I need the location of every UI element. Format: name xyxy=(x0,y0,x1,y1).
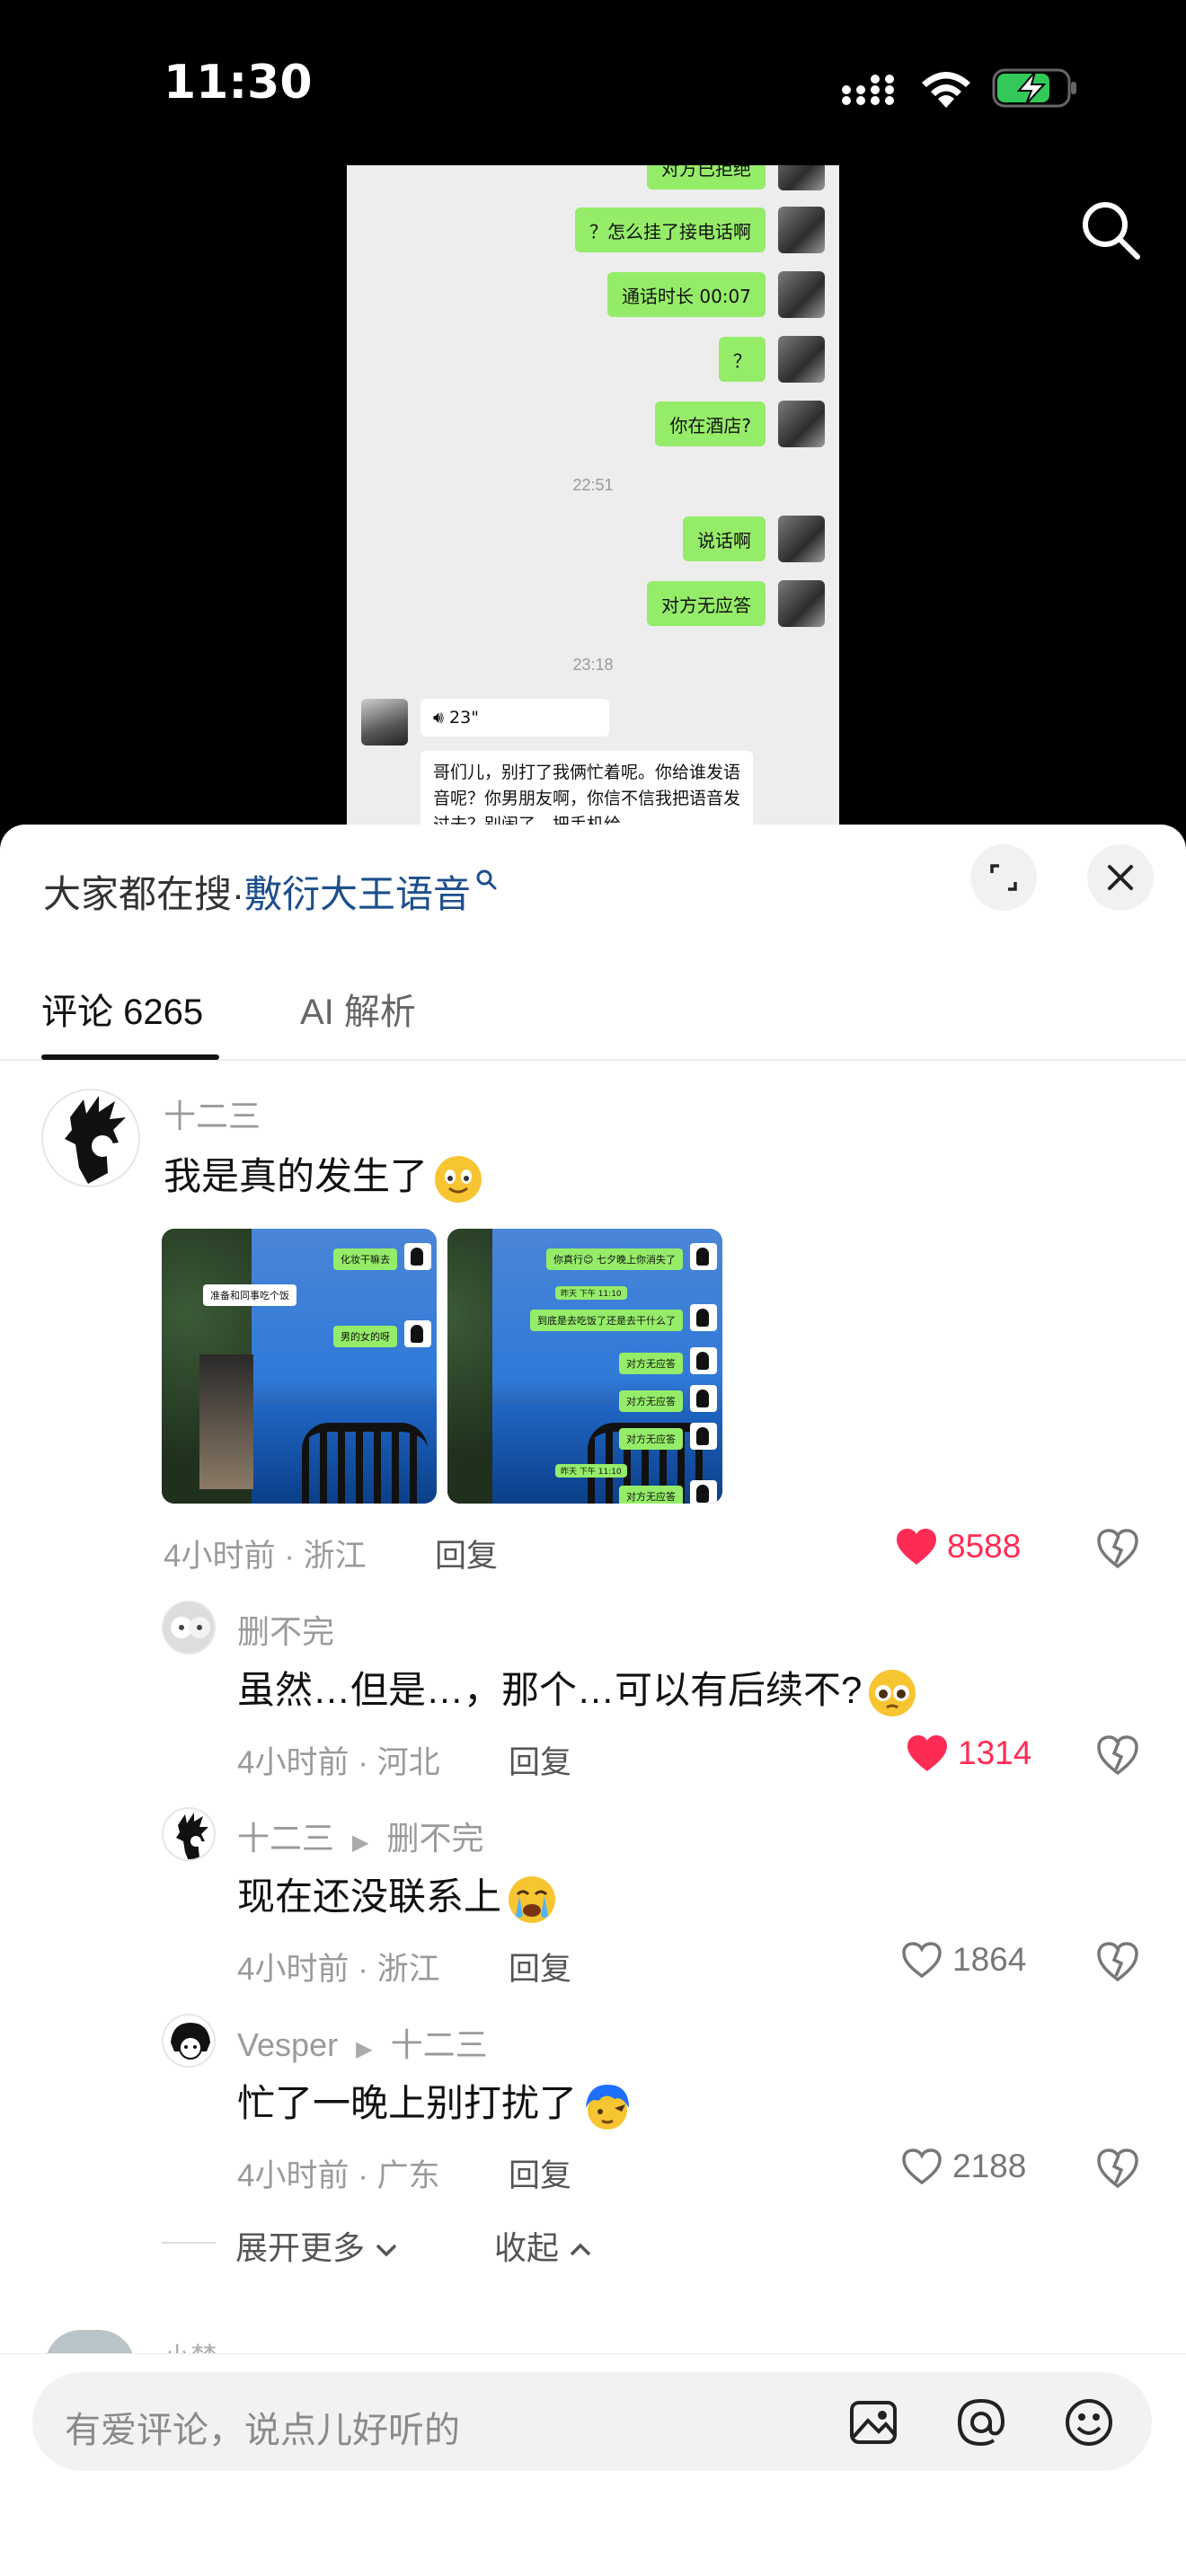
reply-button[interactable]: 回复 xyxy=(509,1737,571,1783)
chat-avatar xyxy=(778,336,825,383)
dislike-icon[interactable] xyxy=(1096,1940,1139,1983)
comment-meta: 4小时前 · 浙江 xyxy=(164,1539,367,1574)
heart-icon xyxy=(897,1529,936,1565)
close-button[interactable] xyxy=(1087,844,1154,911)
like-count: 8588 xyxy=(947,1528,1022,1565)
chat-avatar xyxy=(778,165,825,190)
reply-button[interactable]: 回复 xyxy=(509,1944,571,1989)
comment-sheet: 大家都在搜·敷衍大王语音 评论 6265 AI 解析 十二三 我是真的发生了 化… xyxy=(0,825,1186,2576)
reply-button[interactable]: 回复 xyxy=(509,2150,571,2196)
chat-timestamp: 23:18 xyxy=(572,656,614,674)
pleading-emoji-icon xyxy=(869,1669,916,1716)
chat-message-right: ？怎么挂了接电话啊 xyxy=(575,205,825,255)
chat-avatar xyxy=(778,516,825,562)
voice-icon: 🔊︎ xyxy=(433,708,450,728)
dislike-icon[interactable] xyxy=(1096,1527,1139,1570)
chat-message-right: 你在酒店? xyxy=(655,399,825,449)
reply-meta: 4小时前 · 浙江 xyxy=(237,1952,440,1987)
chat-message-right: 说话啊 xyxy=(683,514,825,564)
fullscreen-button[interactable] xyxy=(970,844,1037,911)
reply-text: 现在还没联系上 xyxy=(237,1866,557,1925)
voice-message: 🔊︎ 23" xyxy=(420,699,609,737)
reply-meta: 4小时前 · 河北 xyxy=(237,1745,440,1780)
image-icon[interactable] xyxy=(846,2395,900,2449)
video-preview[interactable]: 对方已拒绝 ？怎么挂了接电话啊 通话时长 00:07 ？ 你在酒店? 22:51… xyxy=(347,165,839,830)
reply-to-username[interactable]: 十二三 xyxy=(391,2026,488,2063)
status-time: 11:30 xyxy=(164,56,313,110)
battery-charging-icon xyxy=(992,68,1076,108)
avatar[interactable] xyxy=(162,1807,216,1861)
photo xyxy=(199,1354,253,1489)
chat-avatar xyxy=(778,207,825,253)
chat-message-right: ？ xyxy=(719,334,825,384)
reply-text: 忙了一晚上别打扰了 xyxy=(237,2073,633,2131)
chat-avatar xyxy=(778,401,825,447)
avatar[interactable] xyxy=(162,1601,216,1654)
reply-username[interactable]: 删不完 xyxy=(237,1606,334,1653)
reply-button[interactable]: 回复 xyxy=(435,1531,498,1576)
reply-text: 虽然…但是…，那个…可以有后续不? xyxy=(237,1660,917,1718)
chat-message-right: 对方无应答 xyxy=(647,578,825,629)
comment-tabs: 评论 6265 AI 解析 xyxy=(0,968,1186,1061)
wifi-icon xyxy=(922,72,970,108)
active-tab-indicator xyxy=(41,1054,219,1060)
emoji-icon[interactable] xyxy=(1062,2395,1116,2449)
comment-text: 我是真的发生了 xyxy=(164,1146,483,1204)
cellular-signal-icon xyxy=(842,75,894,105)
comment-image-1[interactable]: 化妆干嘛去 准备和同事吃个饭 男的女的呀 xyxy=(162,1229,437,1504)
dislike-icon[interactable] xyxy=(1096,1734,1139,1777)
like-count: 1864 xyxy=(952,1941,1027,1978)
tab-comments[interactable]: 评论 6265 xyxy=(41,983,203,1035)
heart-outline-icon xyxy=(902,1942,942,1979)
search-suggestion[interactable]: 大家都在搜·敷衍大王语音 xyxy=(43,864,498,919)
reply-meta: 4小时前 · 广东 xyxy=(237,2158,440,2193)
reply-username[interactable]: 十二三 ▶ 删不完 xyxy=(237,1813,484,1859)
at-icon[interactable] xyxy=(954,2395,1008,2449)
comment-input[interactable]: 有爱评论，说点儿好听的 xyxy=(32,2372,1152,2471)
search-keyword-link[interactable]: 敷衍大王语音 xyxy=(244,873,471,915)
close-icon xyxy=(1108,865,1133,890)
tab-ai-analysis[interactable]: AI 解析 xyxy=(300,983,416,1035)
chat-message-right: 对方已拒绝 xyxy=(647,165,825,192)
status-bar: 11:30 xyxy=(0,0,1186,260)
chat-message-right: 通话时长 00:07 xyxy=(607,269,825,320)
crying-emoji-icon xyxy=(509,1875,556,1923)
collapse-button[interactable]: 收起 xyxy=(494,2222,593,2269)
comment-username[interactable]: 十二三 xyxy=(164,1090,261,1137)
like-button[interactable]: 2188 xyxy=(900,2147,1026,2186)
fullscreen-icon xyxy=(990,864,1017,891)
divider xyxy=(162,2242,216,2244)
like-button[interactable]: 8588 xyxy=(895,1527,1021,1566)
chevron-down-icon xyxy=(376,2244,397,2257)
search-icon[interactable] xyxy=(1076,196,1145,264)
comment-username[interactable]: 小禁 xyxy=(164,2335,217,2353)
chat-message-left: 哥们儿，别打了我俩忙着呢。你给谁发语音呢？你男朋友啊，你信不信我把语音发过去？别… xyxy=(420,751,753,830)
expand-more-button[interactable]: 展开更多 xyxy=(235,2222,399,2269)
chat-avatar xyxy=(778,580,825,627)
like-count: 1314 xyxy=(958,1734,1032,1771)
reply-to-arrow-icon: ▶ xyxy=(352,1831,369,1855)
blue-hair-emoji-icon xyxy=(586,2084,630,2130)
search-icon xyxy=(476,869,497,890)
comment-image-2[interactable]: 你真行😊 七夕晚上你消失了 昨天 下午 11:10 到底是去吃饭了还是去干什么了… xyxy=(447,1229,722,1504)
like-button[interactable]: 1864 xyxy=(900,1940,1026,1980)
avatar[interactable] xyxy=(41,1089,140,1187)
comment-composer-bar: 有爱评论，说点儿好听的 xyxy=(0,2353,1186,2576)
chat-timestamp: 22:51 xyxy=(572,476,614,494)
avatar-image xyxy=(65,1096,126,1184)
reply-username[interactable]: Vesper ▶ 十二三 xyxy=(237,2019,488,2066)
reply-to-arrow-icon: ▶ xyxy=(356,2037,373,2061)
reply-to-username[interactable]: 删不完 xyxy=(387,1820,484,1857)
chevron-up-icon xyxy=(570,2243,591,2256)
like-count: 2188 xyxy=(952,2148,1027,2184)
heart-icon xyxy=(907,1735,947,1771)
dislike-icon[interactable] xyxy=(1096,2147,1139,2190)
heart-outline-icon xyxy=(902,2148,942,2185)
like-button[interactable]: 1314 xyxy=(906,1734,1031,1773)
chat-avatar xyxy=(778,271,825,318)
comment-input-placeholder: 有爱评论，说点儿好听的 xyxy=(65,2411,460,2450)
avatar[interactable] xyxy=(162,2014,216,2068)
chat-avatar-left xyxy=(361,699,408,745)
smile-emoji-icon xyxy=(435,1155,482,1203)
